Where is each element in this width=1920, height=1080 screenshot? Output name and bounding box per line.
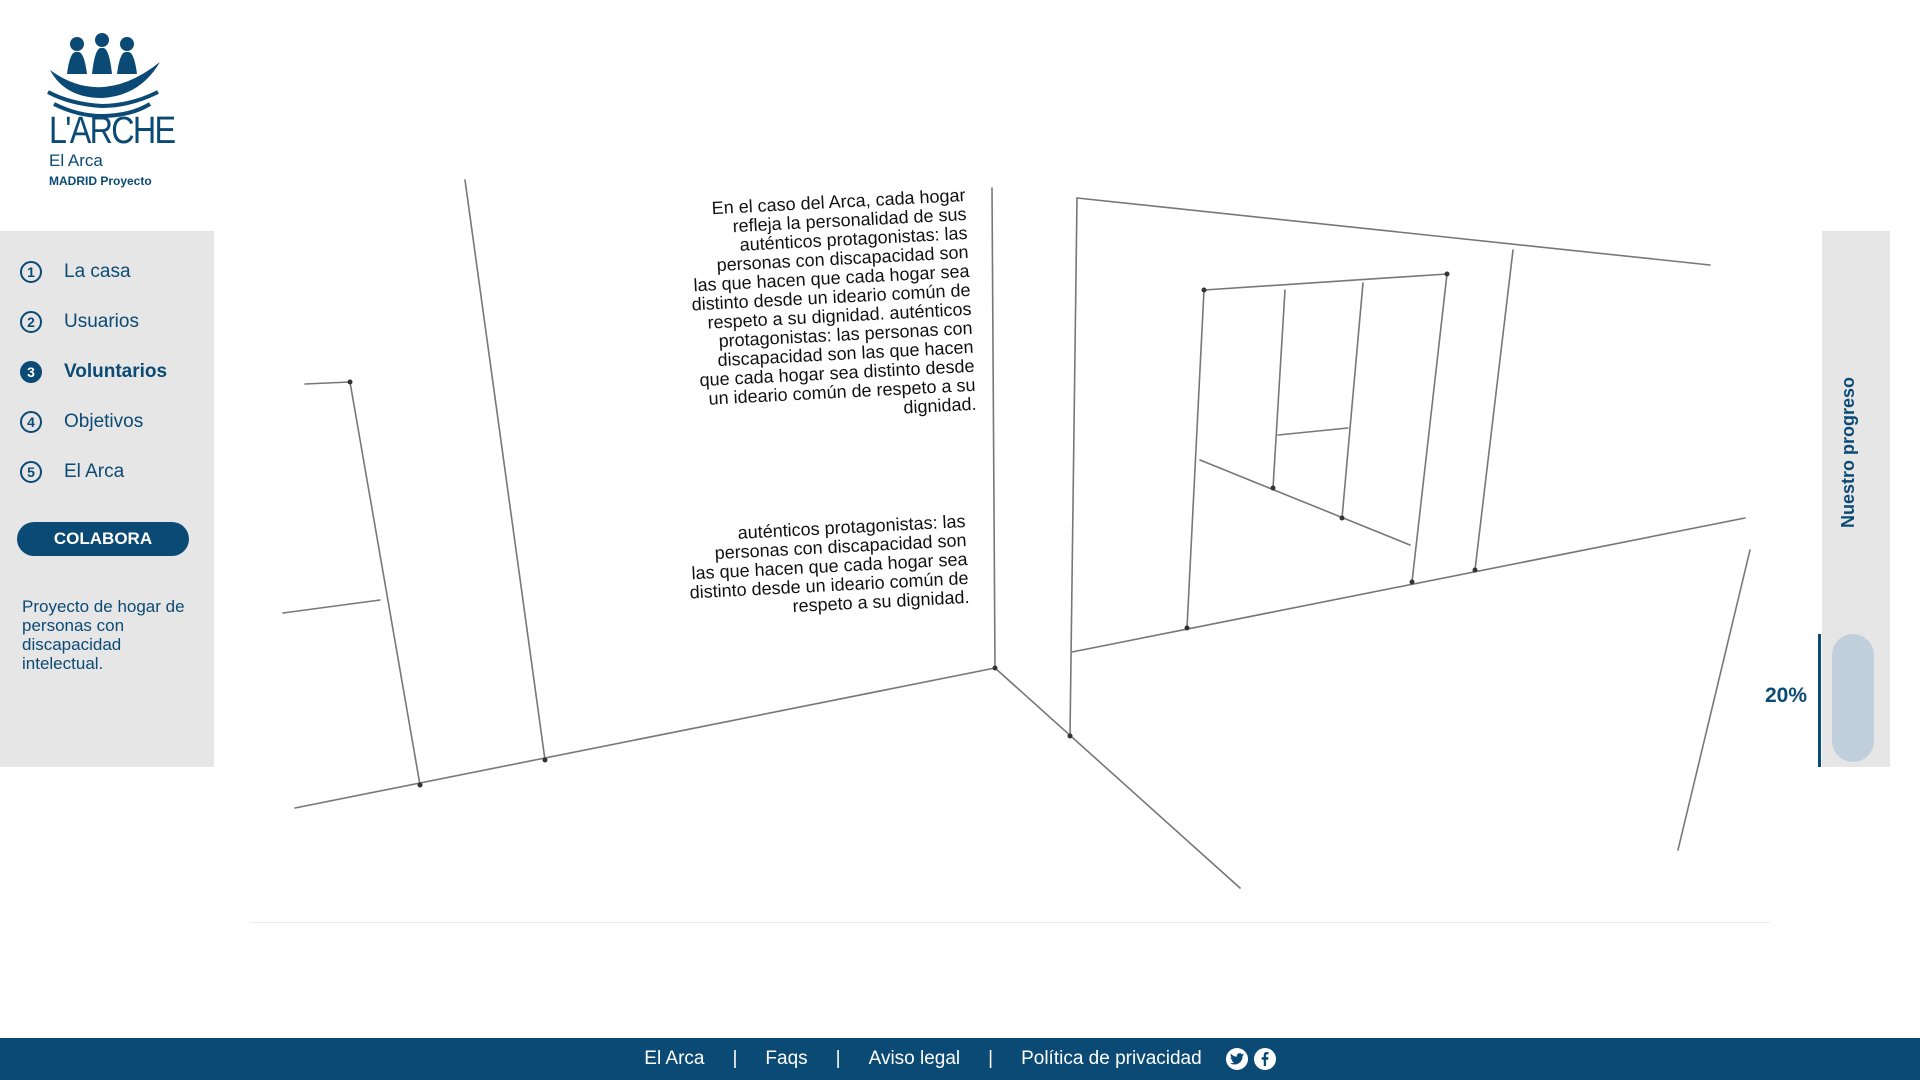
story-paragraph-2: auténticos protagonistas: las personas c… — [689, 511, 970, 617]
social-links — [1225, 1048, 1276, 1070]
footer: El Arca | Faqs | Aviso legal | Política … — [0, 1038, 1920, 1080]
progress-bar — [1832, 634, 1874, 762]
twitter-icon[interactable] — [1225, 1048, 1248, 1070]
footer-link-faqs[interactable]: Faqs — [765, 1048, 807, 1070]
footer-separator: | — [835, 1048, 841, 1069]
footer-link-privacidad[interactable]: Política de privacidad — [1021, 1048, 1202, 1070]
footer-link-aviso-legal[interactable]: Aviso legal — [869, 1048, 961, 1070]
progress-percent: 20% — [1765, 684, 1808, 707]
footer-link-el-arca[interactable]: El Arca — [644, 1048, 704, 1070]
story-paragraph-1: En el caso del Arca, cada hogar refleja … — [691, 185, 977, 418]
footer-separator: | — [732, 1048, 738, 1069]
progress-marker — [1818, 634, 1821, 767]
footer-separator: | — [988, 1048, 994, 1069]
content-divider — [250, 922, 1770, 923]
facebook-icon[interactable] — [1253, 1048, 1276, 1070]
progress-title: Nuestro progreso — [1838, 376, 1858, 528]
